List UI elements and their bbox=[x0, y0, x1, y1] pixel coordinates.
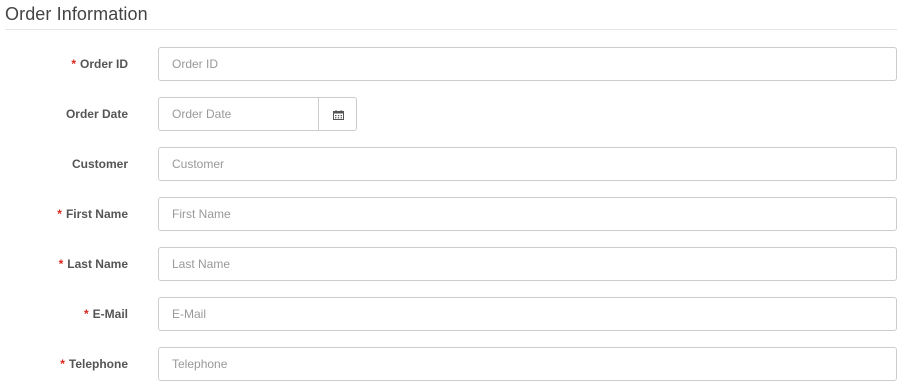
form-row-first-name: * First Name bbox=[0, 197, 907, 231]
first-name-input[interactable] bbox=[158, 197, 897, 231]
calendar-icon bbox=[333, 110, 344, 120]
form-row-email: * E-Mail bbox=[0, 297, 907, 331]
required-marker: * bbox=[83, 307, 89, 321]
required-marker: * bbox=[58, 257, 64, 271]
telephone-input[interactable] bbox=[158, 347, 897, 381]
customer-label-text: Customer bbox=[71, 157, 128, 171]
required-marker: * bbox=[60, 357, 65, 371]
order-id-label-text: Order ID bbox=[79, 57, 128, 71]
last-name-input[interactable] bbox=[158, 247, 897, 281]
form-row-order-date: Order Date bbox=[0, 97, 907, 131]
order-id-label: * Order ID bbox=[71, 47, 128, 81]
order-date-group bbox=[158, 97, 357, 131]
form-row-customer: Customer bbox=[0, 147, 907, 181]
first-name-label: * First Name bbox=[57, 197, 128, 231]
telephone-label-text: Telephone bbox=[68, 357, 128, 371]
required-marker: * bbox=[71, 57, 76, 71]
last-name-label: * Last Name bbox=[59, 247, 128, 281]
order-id-input[interactable] bbox=[158, 47, 897, 81]
order-date-input[interactable] bbox=[158, 97, 319, 131]
date-picker-button[interactable] bbox=[318, 97, 357, 131]
email-label: * E-Mail bbox=[84, 297, 128, 331]
customer-label: Customer bbox=[72, 147, 128, 181]
telephone-label: * Telephone bbox=[60, 347, 128, 381]
order-date-label: Order Date bbox=[66, 97, 128, 131]
form-row-order-id: * Order ID bbox=[0, 47, 907, 81]
section-divider bbox=[5, 29, 897, 30]
form-row-telephone: * Telephone bbox=[0, 347, 907, 381]
email-input[interactable] bbox=[158, 297, 897, 331]
customer-input[interactable] bbox=[158, 147, 897, 181]
section-title: Order Information bbox=[5, 4, 148, 24]
required-marker: * bbox=[57, 207, 62, 221]
order-date-label-text: Order Date bbox=[65, 107, 128, 121]
form-row-last-name: * Last Name bbox=[0, 247, 907, 281]
email-label-text: E-Mail bbox=[92, 307, 128, 321]
last-name-label-text: Last Name bbox=[67, 257, 128, 271]
first-name-label-text: First Name bbox=[65, 207, 128, 221]
